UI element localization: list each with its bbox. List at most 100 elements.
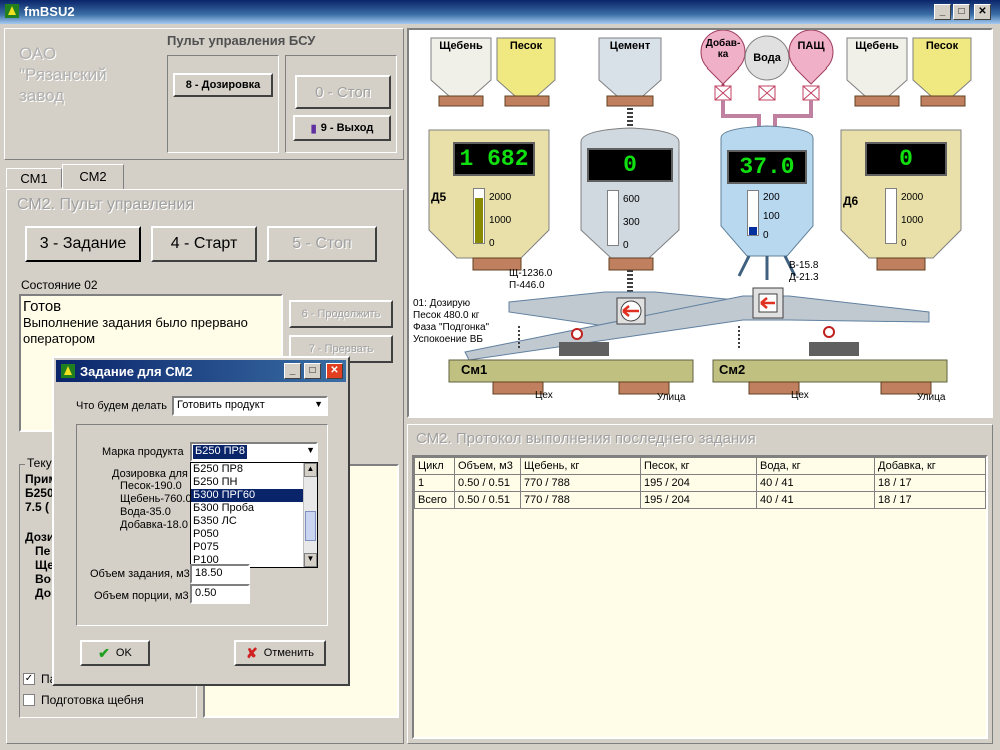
scroll-thumb[interactable] bbox=[305, 511, 316, 541]
task-button[interactable]: 3 - Задание bbox=[25, 226, 141, 262]
scale-tick: 0 bbox=[901, 238, 907, 249]
scroll-down-icon[interactable]: ▼ bbox=[304, 553, 317, 567]
continue-button[interactable]: 6 - Продолжить bbox=[289, 300, 393, 328]
column-header: Вода, кг bbox=[756, 457, 875, 475]
column-header: Щебень, кг bbox=[520, 457, 641, 475]
company-name: ОАО "Рязанский завод bbox=[19, 44, 107, 105]
list-item[interactable]: Б300 ПРГ60 bbox=[191, 489, 317, 502]
portion-input[interactable]: 0.50 bbox=[190, 584, 250, 604]
exit-icon: ▮ bbox=[310, 122, 317, 135]
ok-button[interactable]: ✔ OK bbox=[80, 640, 150, 666]
table-cell: 195 / 204 bbox=[640, 491, 757, 509]
start-button[interactable]: 4 - Старт bbox=[151, 226, 257, 262]
minimize-button[interactable]: _ bbox=[934, 4, 951, 20]
brand-dropdown-list[interactable]: Б250 ПР8 Б250 ПН Б300 ПРГ60 Б300 Проба Б… bbox=[190, 462, 318, 568]
dialog-close-button[interactable]: ✕ bbox=[326, 363, 343, 379]
water-tank bbox=[744, 35, 790, 101]
cross-icon: ✘ bbox=[246, 644, 258, 661]
what-select[interactable]: Готовить продукт ▼ bbox=[172, 396, 328, 416]
mixer-cm2 bbox=[712, 326, 948, 383]
water-bar bbox=[747, 190, 759, 236]
brand-value: Б250 ПР8 bbox=[193, 445, 247, 459]
protocol-title: СМ2. Протокол выполнения последнего зада… bbox=[416, 430, 756, 447]
dosing-line: Песок-190.0 bbox=[120, 480, 182, 492]
current-label: Теку bbox=[25, 456, 54, 470]
ok-label: OK bbox=[115, 647, 132, 659]
app-icon bbox=[5, 4, 19, 18]
table-row[interactable]: Всего 0.50 / 0.51 770 / 788 195 / 204 40… bbox=[414, 491, 986, 509]
water-readings: В-15.8 Д-21.3 bbox=[789, 260, 819, 284]
table-cell: 0.50 / 0.51 bbox=[454, 474, 521, 492]
table-cell: 40 / 41 bbox=[756, 474, 875, 492]
list-item[interactable]: Б350 ЛС bbox=[191, 515, 317, 528]
control-stop-button[interactable]: 5 - Стоп bbox=[267, 226, 377, 262]
exit-button[interactable]: ▮ 9 - Выход bbox=[293, 115, 391, 141]
cancel-button[interactable]: ✘ Отменить bbox=[234, 640, 326, 666]
what-label: Что будем делать bbox=[76, 400, 168, 412]
exit-label: 9 - Выход bbox=[320, 122, 374, 134]
list-item[interactable]: Р050 bbox=[191, 528, 317, 541]
dialog-app-icon bbox=[61, 364, 75, 378]
valve-right bbox=[752, 287, 784, 319]
dosing-group bbox=[167, 55, 279, 153]
brand-label: Марка продукта bbox=[102, 446, 184, 458]
maximize-button[interactable]: □ bbox=[953, 4, 970, 20]
list-item[interactable]: Б300 Проба bbox=[191, 502, 317, 515]
d6-weight-display: 0 bbox=[865, 142, 947, 176]
d5-scale: 2000 1000 0 bbox=[489, 186, 511, 255]
brand-select[interactable]: Б250 ПР8 ▼ bbox=[190, 442, 318, 462]
d5-bar bbox=[473, 188, 485, 244]
hopper-label: Песок bbox=[925, 40, 959, 52]
column-header: Объем, м3 bbox=[454, 457, 521, 475]
protocol-panel: СМ2. Протокол выполнения последнего зада… bbox=[407, 424, 993, 744]
column-header: Цикл bbox=[414, 457, 455, 475]
chevron-down-icon: ▼ bbox=[314, 399, 323, 409]
dialog-maximize-button[interactable]: □ bbox=[304, 363, 321, 379]
hopper-label: Песок bbox=[509, 40, 543, 52]
scale-tick: 1000 bbox=[489, 215, 512, 226]
cement-scale: 600 300 0 bbox=[623, 188, 640, 257]
dosing-line: Вода-35.0 bbox=[120, 506, 171, 518]
tab-cm2[interactable]: СМ2 bbox=[62, 164, 124, 190]
crushed-checkbox-row[interactable]: Подготовка щебня bbox=[23, 693, 144, 707]
reading: Щ-1236.0 bbox=[509, 268, 553, 279]
list-item[interactable]: Б250 ПР8 bbox=[191, 463, 317, 476]
tab-cm1[interactable]: СМ1 bbox=[6, 168, 62, 188]
control-title: СМ2. Пульт управления bbox=[17, 196, 195, 213]
pause-checkbox[interactable]: ✓ bbox=[23, 673, 35, 685]
protocol-grid: Цикл Объем, м3 Щебень, кг Песок, кг Вода… bbox=[412, 455, 988, 739]
table-row[interactable]: 1 0.50 / 0.51 770 / 788 195 / 204 40 / 4… bbox=[414, 474, 986, 492]
scale-tick: 0 bbox=[763, 230, 769, 241]
valve-left bbox=[616, 297, 646, 325]
crushed-label: Подготовка щебня bbox=[41, 693, 144, 707]
scale-tick: 300 bbox=[623, 217, 640, 228]
check-icon: ✔ bbox=[98, 644, 110, 661]
status-line: 01: Дозирую bbox=[413, 298, 471, 309]
cement-bar bbox=[607, 190, 619, 246]
list-item[interactable]: Б250 ПН bbox=[191, 476, 317, 489]
table-cell: 770 / 788 bbox=[520, 474, 641, 492]
mimic-status: 01: Дозирую Песок 480.0 кг Фаза "Подгонк… bbox=[413, 298, 489, 346]
stop-button[interactable]: 0 - Стоп bbox=[295, 75, 391, 109]
mixer1-label: См1 bbox=[461, 362, 488, 377]
d6-scale: 2000 1000 0 bbox=[901, 186, 923, 255]
hopper-label: Щебень bbox=[439, 40, 483, 52]
hopper-label: Цемент bbox=[609, 40, 651, 52]
reading: Д-21.3 bbox=[789, 272, 819, 283]
list-item[interactable]: Р075 bbox=[191, 541, 317, 554]
dosing-lines: Песок-190.0 Щебень-760.0 Вода-35.0 Добав… bbox=[120, 480, 192, 532]
dialog-titlebar: Задание для СМ2 _ □ ✕ bbox=[56, 360, 346, 382]
scroll-up-icon[interactable]: ▲ bbox=[304, 463, 317, 477]
crushed-checkbox[interactable] bbox=[23, 694, 35, 706]
table-cell: 1 bbox=[414, 474, 455, 492]
volume-input[interactable]: 18.50 bbox=[190, 564, 250, 584]
table-cell: 40 / 41 bbox=[756, 491, 875, 509]
scale-tick: 600 bbox=[623, 194, 640, 205]
dropdown-scrollbar[interactable]: ▲ ▼ bbox=[303, 463, 317, 567]
mixer2-label: См2 bbox=[719, 362, 746, 377]
close-button[interactable]: ✕ bbox=[974, 4, 991, 20]
dosing-button[interactable]: 8 - Дозировка bbox=[173, 73, 273, 97]
panel-title: Пульт управления БСУ bbox=[167, 33, 316, 48]
dialog-minimize-button[interactable]: _ bbox=[284, 363, 301, 379]
d6-label: Д6 bbox=[843, 194, 859, 208]
